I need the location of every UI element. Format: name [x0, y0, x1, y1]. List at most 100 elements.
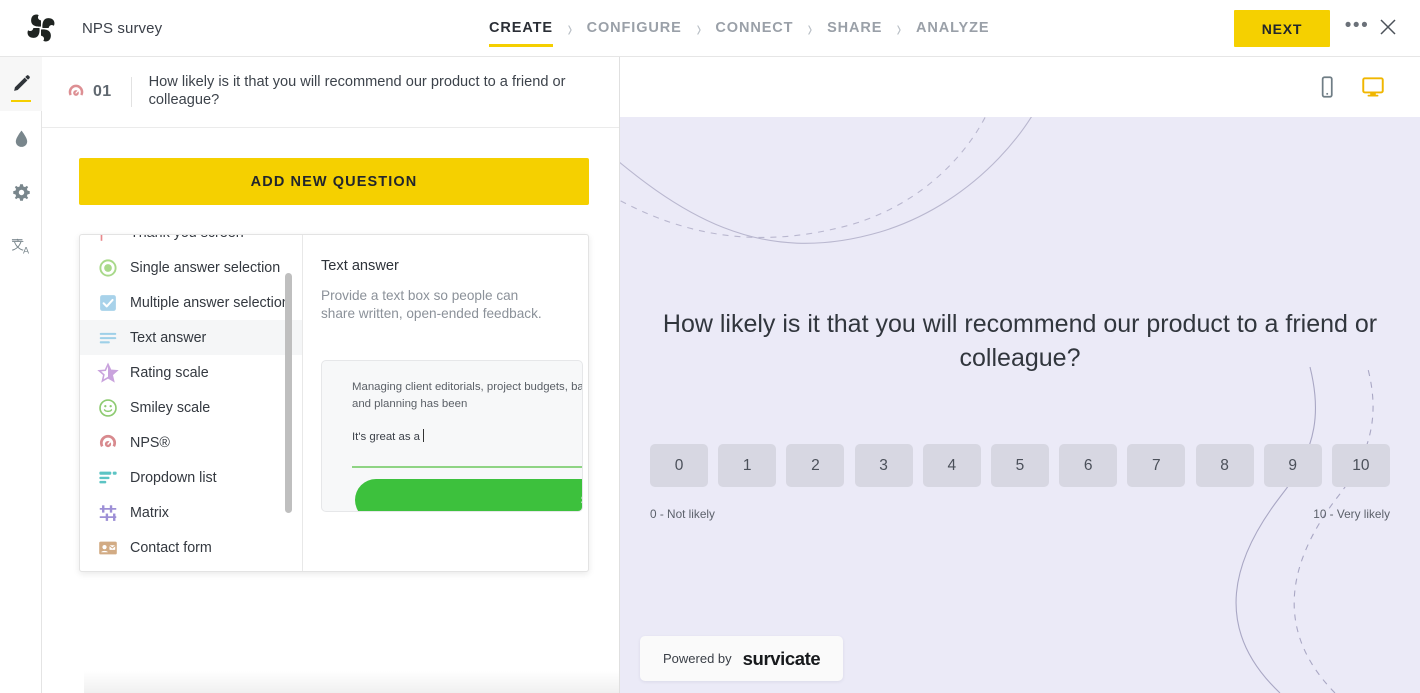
type-option-nps[interactable]: NPS®: [80, 425, 302, 460]
chevron-right-icon: ›: [896, 15, 902, 42]
demo-submit-button: SUBMIT: [355, 479, 582, 511]
chevron-right-icon: ›: [696, 15, 701, 42]
type-option-label: Contact form: [130, 539, 212, 556]
question-type-picker: Thank you screen Single answer selection: [79, 234, 589, 572]
close-icon[interactable]: [1374, 14, 1402, 42]
demo-typed-text: It's great as a: [352, 431, 421, 444]
nps-right-label: 10 - Very likely: [1313, 507, 1390, 521]
more-options-icon[interactable]: •••: [1344, 16, 1370, 42]
type-option-smiley-scale[interactable]: Smiley scale: [80, 390, 302, 425]
type-option-label: Multiple answer selection: [130, 294, 290, 311]
nps-option-5[interactable]: 5: [990, 444, 1049, 487]
question-type-detail: Text answer Provide a text box so people…: [303, 235, 588, 571]
type-option-single-answer-selection[interactable]: Single answer selection: [80, 250, 302, 285]
text-caret: [423, 429, 425, 443]
nps-option-9[interactable]: 9: [1263, 444, 1322, 487]
question-type-scroll: Thank you screen Single answer selection: [80, 235, 302, 565]
demo-input-underline: [352, 466, 582, 468]
question-header[interactable]: 01 How likely is it that you will recomm…: [42, 57, 619, 128]
step-analyze[interactable]: ANALYZE: [916, 20, 989, 38]
type-option-label: Thank you screen: [130, 235, 244, 241]
flag-icon: [100, 235, 103, 241]
nps-option-0[interactable]: 0: [650, 444, 708, 487]
type-option-text-answer[interactable]: Text answer: [80, 320, 302, 355]
type-list-scrollbar-thumb[interactable]: [285, 273, 292, 513]
radio-icon: [99, 258, 117, 277]
demo-paragraph: Managing client editorials, project budg…: [352, 381, 583, 410]
logo-wrap: [0, 9, 82, 47]
nps-option-7[interactable]: 7: [1127, 444, 1186, 487]
preview-question-title: How likely is it that you will recommend…: [662, 310, 1378, 372]
detail-title: Text answer: [321, 258, 399, 274]
type-option-multiple-answer-selection[interactable]: Multiple answer selection: [80, 285, 302, 320]
nps-option-4[interactable]: 4: [922, 444, 981, 487]
matrix-icon: [99, 504, 117, 521]
type-option-matrix[interactable]: Matrix: [80, 495, 302, 530]
preview-canvas: How likely is it that you will recommend…: [620, 117, 1420, 693]
divider: [130, 77, 132, 107]
detail-description: Provide a text box so people can share w…: [321, 288, 542, 322]
type-option-contact-form[interactable]: Contact form: [80, 530, 302, 565]
mobile-preview-button[interactable]: [1314, 74, 1340, 100]
type-option-rating-scale[interactable]: Rating scale: [80, 355, 302, 390]
type-option-label: NPS®: [130, 434, 170, 451]
mobile-icon: [1321, 76, 1333, 98]
type-option-label: Dropdown list: [130, 469, 217, 486]
smiley-icon: [99, 398, 117, 417]
add-new-question-button[interactable]: ADD NEW QUESTION: [79, 158, 589, 205]
step-connect[interactable]: CONNECT: [715, 20, 793, 38]
question-number: 01: [93, 83, 112, 100]
droplet-icon: [15, 130, 27, 147]
type-option-thank-you-screen[interactable]: Thank you screen: [80, 235, 302, 250]
svg-text:A: A: [22, 245, 29, 255]
rail-item-edit[interactable]: [0, 57, 42, 111]
step-configure[interactable]: CONFIGURE: [587, 20, 682, 38]
nps-scale-labels: 0 - Not likely 10 - Very likely: [650, 507, 1390, 521]
nps-option-3[interactable]: 3: [854, 444, 913, 487]
preview-toolbar: [620, 57, 1420, 117]
step-share[interactable]: SHARE: [827, 20, 882, 38]
question-text: How likely is it that you will recommend…: [148, 74, 566, 108]
rail-item-settings[interactable]: [0, 165, 42, 219]
decorative-curves: [620, 117, 1374, 693]
top-bar: NPS survey CREATE › CONFIGURE › CONNECT …: [0, 0, 1420, 57]
detail-demo-card: Managing client editorials, project budg…: [321, 360, 583, 512]
editor-panel: 01 How likely is it that you will recomm…: [42, 57, 620, 693]
demo-typed-line: It's great as a: [352, 429, 582, 444]
chevron-right-icon: ›: [567, 15, 573, 42]
type-option-label: Matrix: [130, 504, 169, 521]
nps-option-6[interactable]: 6: [1059, 444, 1118, 487]
nps-option-10[interactable]: 10: [1331, 444, 1390, 487]
translate-icon: 文 A: [11, 237, 30, 255]
gear-icon: [12, 183, 30, 201]
next-button[interactable]: NEXT: [1234, 10, 1330, 47]
app-root: NPS survey CREATE › CONFIGURE › CONNECT …: [0, 0, 1420, 693]
dropdown-icon: [99, 471, 117, 483]
nps-option-1[interactable]: 1: [718, 444, 777, 487]
nps-option-2[interactable]: 2: [786, 444, 845, 487]
wizard-steps: CREATE › CONFIGURE › CONNECT › SHARE › A…: [489, 0, 989, 57]
pencil-icon: [14, 75, 30, 91]
step-create[interactable]: CREATE: [489, 20, 553, 47]
editor-bottom-fade: [84, 671, 619, 693]
preview-panel: How likely is it that you will recommend…: [620, 57, 1420, 693]
left-icon-rail: 文 A: [0, 57, 42, 693]
nps-option-8[interactable]: 8: [1195, 444, 1254, 487]
star-icon: [97, 361, 119, 383]
rail-item-translations[interactable]: 文 A: [0, 219, 42, 273]
type-option-label: Text answer: [130, 329, 207, 346]
question-type-list[interactable]: Thank you screen Single answer selection: [80, 235, 303, 571]
survey-title: NPS survey: [82, 19, 163, 37]
desktop-preview-button[interactable]: [1360, 74, 1386, 100]
powered-by-badge[interactable]: Powered by survicate: [640, 636, 844, 681]
type-option-label: Smiley scale: [130, 399, 211, 416]
type-option-label: Single answer selection: [130, 259, 281, 276]
rail-item-appearance[interactable]: [0, 111, 42, 165]
contact-card-icon: [99, 541, 117, 554]
chevron-right-icon: ›: [807, 15, 813, 42]
nps-gauge-icon: [68, 84, 84, 96]
text-lines-icon: [99, 332, 117, 343]
demo-text-block: Managing client editorials, project budg…: [352, 379, 583, 444]
type-option-dropdown-list[interactable]: Dropdown list: [80, 460, 302, 495]
type-list-scrollbar-track[interactable]: [285, 235, 297, 571]
